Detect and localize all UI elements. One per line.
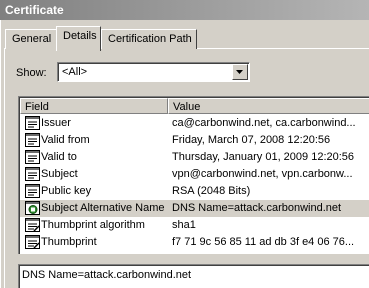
tab-label: Details bbox=[63, 30, 97, 42]
field-name: Thumbprint algorithm bbox=[41, 219, 145, 231]
list-row[interactable]: Subject vpn@carbonwind.net, vpn.carbonw.… bbox=[20, 166, 369, 183]
certificate-field-icon bbox=[25, 150, 40, 164]
field-value: Thursday, January 01, 2009 12:20:56 bbox=[172, 151, 355, 163]
field-value: Friday, March 07, 2008 12:20:56 bbox=[172, 134, 331, 146]
window-title: Certificate bbox=[5, 3, 64, 17]
field-name: Issuer bbox=[41, 117, 71, 129]
list-row[interactable]: Thumbprint f7 71 9c 56 85 11 ad db 3f e4… bbox=[20, 234, 369, 251]
field-details-text: DNS Name=attack.carbonwind.net bbox=[22, 269, 192, 281]
field-value: vpn@carbonwind.net, vpn.carbonw... bbox=[172, 168, 353, 180]
column-header-field[interactable]: Field bbox=[20, 98, 168, 114]
show-label: Show: bbox=[16, 67, 47, 79]
list-header: Field Value bbox=[20, 98, 369, 114]
list-row[interactable]: Valid to Thursday, January 01, 2009 12:2… bbox=[20, 149, 369, 166]
list-row-selected[interactable]: Subject Alternative Name DNS Name=attack… bbox=[20, 200, 369, 217]
show-select-value: <All> bbox=[62, 66, 88, 78]
chevron-down-icon bbox=[236, 70, 243, 74]
list-row[interactable]: Thumbprint algorithm sha1 bbox=[20, 217, 369, 234]
field-name: Public key bbox=[41, 185, 92, 197]
list-row[interactable]: Valid from Friday, March 07, 2008 12:20:… bbox=[20, 132, 369, 149]
field-name: Subject Alternative Name bbox=[41, 202, 165, 214]
show-dropdown-button[interactable] bbox=[232, 64, 248, 80]
column-header-label: Value bbox=[173, 101, 201, 113]
property-icon bbox=[25, 235, 40, 249]
tab-certification-path[interactable]: Certification Path bbox=[101, 29, 197, 49]
list-row[interactable]: Issuer ca@carbonwind.net, ca.carbonwind.… bbox=[20, 115, 369, 132]
tab-details[interactable]: Details bbox=[56, 26, 101, 51]
show-select[interactable]: <All> bbox=[57, 62, 250, 82]
field-value: DNS Name=attack.carbonwind.net bbox=[172, 202, 342, 214]
fields-list[interactable]: Field Value Issuer ca@carbonwind.net, ca… bbox=[18, 96, 369, 254]
column-header-label: Field bbox=[25, 101, 49, 113]
certificate-field-icon bbox=[25, 184, 40, 198]
field-name: Thumbprint bbox=[41, 236, 97, 248]
extension-icon bbox=[25, 201, 40, 215]
list-row[interactable]: Public key RSA (2048 Bits) bbox=[20, 183, 369, 200]
field-name: Subject bbox=[41, 168, 78, 180]
field-details-textbox[interactable]: DNS Name=attack.carbonwind.net bbox=[18, 264, 369, 288]
property-icon bbox=[25, 218, 40, 232]
field-value: ca@carbonwind.net, ca.carbonwind... bbox=[172, 117, 356, 129]
field-value: RSA (2048 Bits) bbox=[172, 185, 251, 197]
field-name: Valid from bbox=[41, 134, 90, 146]
certificate-field-icon bbox=[25, 133, 40, 147]
field-name: Valid to bbox=[41, 151, 77, 163]
field-value: f7 71 9c 56 85 11 ad db 3f e4 06 76... bbox=[172, 236, 355, 248]
field-value: sha1 bbox=[172, 219, 196, 231]
column-header-value[interactable]: Value bbox=[168, 98, 369, 114]
certificate-field-icon bbox=[25, 116, 40, 130]
tab-label: General bbox=[12, 33, 52, 45]
tab-label: Certification Path bbox=[108, 33, 192, 45]
window-title-bar[interactable]: Certificate bbox=[0, 0, 369, 20]
tab-general[interactable]: General bbox=[5, 29, 57, 49]
certificate-field-icon bbox=[25, 167, 40, 181]
